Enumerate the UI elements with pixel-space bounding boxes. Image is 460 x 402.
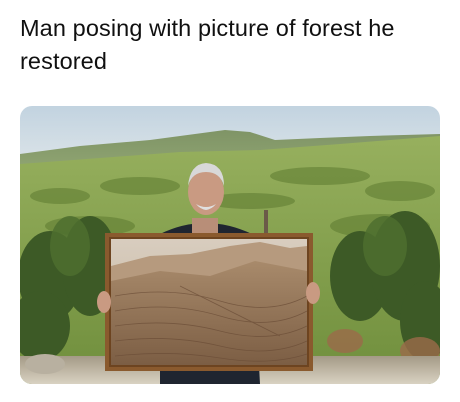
photo-image: [20, 106, 440, 384]
left-hand: [97, 291, 111, 313]
post-caption: Man posing with picture of forest he res…: [20, 15, 395, 74]
right-hand: [306, 282, 320, 304]
post-photo[interactable]: [20, 106, 440, 384]
framed-picture: [97, 233, 320, 371]
